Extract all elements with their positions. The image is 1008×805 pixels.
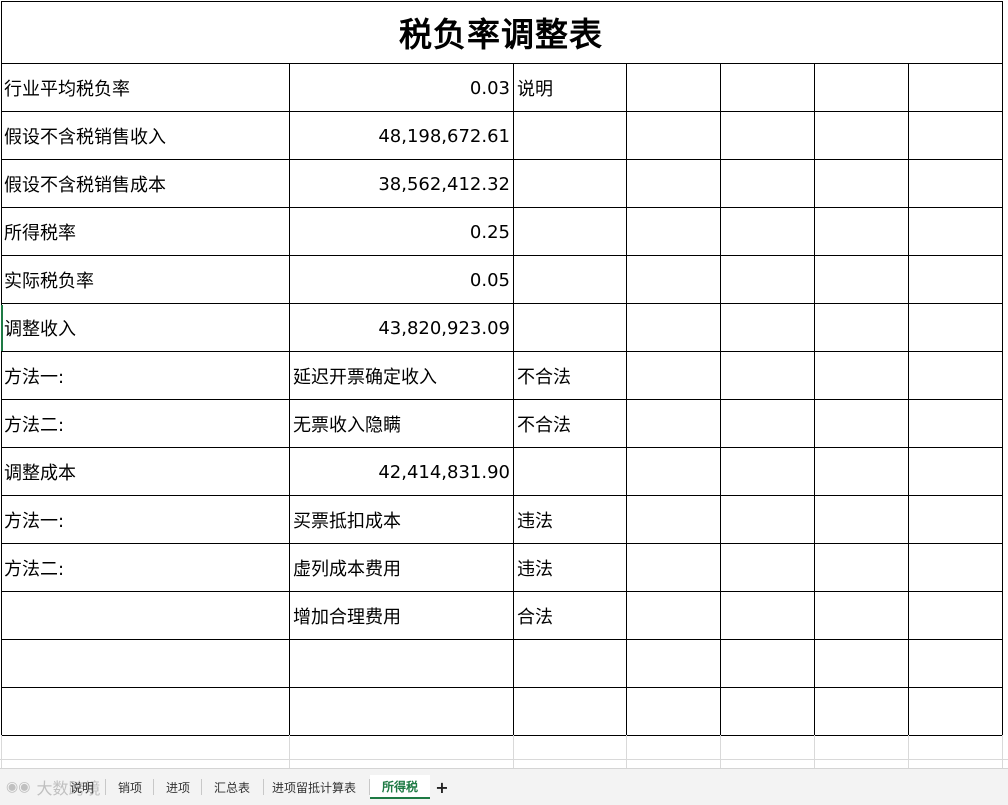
gridline-light — [0, 759, 1008, 760]
cell-value[interactable]: 0.03 — [290, 64, 510, 112]
cell-label[interactable]: 实际税负率 — [4, 256, 286, 304]
cell-note[interactable]: 说明 — [517, 64, 625, 112]
grid-line-horizontal — [1, 303, 1003, 304]
grid-line-horizontal — [1, 111, 1003, 112]
cell-note[interactable] — [517, 640, 625, 688]
gridline-light — [289, 735, 290, 768]
gridline-light — [720, 735, 721, 768]
cell-label[interactable]: 所得税率 — [4, 208, 286, 256]
cell-note[interactable] — [517, 448, 625, 496]
grid-line-horizontal — [1, 639, 1003, 640]
gridline-light — [626, 735, 627, 768]
cell-value[interactable]: 0.25 — [290, 208, 510, 256]
cell-note[interactable] — [517, 688, 625, 736]
cell-value[interactable]: 38,562,412.32 — [290, 160, 510, 208]
cell-value[interactable]: 43,820,923.09 — [290, 304, 510, 352]
grid-line-vertical — [289, 63, 290, 735]
cell-note[interactable] — [517, 256, 625, 304]
gridline-light — [908, 735, 909, 768]
cell-method[interactable]: 虚列成本费用 — [293, 544, 511, 592]
cell-label[interactable]: 假设不含税销售成本 — [4, 160, 286, 208]
gridline-light — [1002, 735, 1003, 768]
cell-method[interactable]: 延迟开票确定收入 — [293, 352, 511, 400]
grid-line-horizontal — [1, 399, 1003, 400]
sheet-title[interactable]: 税负率调整表 — [1, 1, 1001, 63]
tab-separator — [105, 779, 106, 795]
grid-line-horizontal — [1, 543, 1003, 544]
cell-note[interactable] — [517, 208, 625, 256]
sheet-tab[interactable]: 说明 — [62, 775, 102, 799]
grid-line-horizontal — [1, 447, 1003, 448]
cell-note[interactable]: 违法 — [517, 496, 625, 544]
cell-note[interactable]: 违法 — [517, 544, 625, 592]
cell-method[interactable]: 无票收入隐瞒 — [293, 400, 511, 448]
grid-line-horizontal — [1, 255, 1003, 256]
cell-label[interactable]: 方法一: — [4, 352, 286, 400]
cell-label[interactable]: 调整成本 — [4, 448, 286, 496]
cell-label[interactable] — [4, 640, 286, 688]
gridline-light — [1, 735, 2, 768]
grid-line-vertical — [720, 63, 721, 735]
cell-value[interactable]: 48,198,672.61 — [290, 112, 510, 160]
grid-line-horizontal — [1, 63, 1003, 64]
grid-line-vertical — [626, 63, 627, 735]
add-sheet-button[interactable]: + — [434, 775, 450, 799]
cell-label[interactable]: 假设不含税销售收入 — [4, 112, 286, 160]
cell-method[interactable]: 增加合理费用 — [293, 592, 511, 640]
cell-label[interactable]: 方法二: — [4, 544, 286, 592]
grid-line-horizontal — [1, 495, 1003, 496]
cell-value[interactable]: 0.05 — [290, 256, 510, 304]
sheet-tab[interactable]: 所得税 — [370, 775, 430, 799]
grid-line-horizontal — [1, 351, 1003, 352]
cell-value[interactable]: 42,414,831.90 — [290, 448, 510, 496]
grid-line-horizontal — [1, 687, 1003, 688]
cell-label[interactable] — [4, 688, 286, 736]
cell-label[interactable]: 方法一: — [4, 496, 286, 544]
grid-line-horizontal — [1, 735, 1003, 736]
grid-line-horizontal — [1, 1, 1003, 2]
grid-line-horizontal — [1, 207, 1003, 208]
grid-line-horizontal — [1, 591, 1003, 592]
grid-line-vertical — [814, 63, 815, 735]
cell-note[interactable] — [517, 160, 625, 208]
sheet-tab[interactable]: 进项留抵计算表 — [262, 775, 366, 799]
watermark-logo-icon: ◉◉ — [6, 779, 31, 795]
active-cell-indicator — [1, 305, 3, 351]
cell-label[interactable]: 调整收入 — [4, 304, 286, 352]
sheet-tab[interactable]: 汇总表 — [204, 775, 260, 799]
cell-label[interactable]: 行业平均税负率 — [4, 64, 286, 112]
grid-line-horizontal — [1, 159, 1003, 160]
tab-separator — [153, 779, 154, 795]
sheet-tab-bar: ◉◉ 大数跨境 说明 销项 进项 汇总表 进项留抵计算表 所得税 + — [0, 768, 1008, 805]
cell-note[interactable] — [517, 304, 625, 352]
cell-note[interactable]: 不合法 — [517, 400, 625, 448]
spreadsheet-grid[interactable]: 税负率调整表 行业平均税负率 0.03 说明假设不含税销售收入 48,198,672.… — [0, 0, 1008, 768]
gridline-light — [814, 735, 815, 768]
grid-line-vertical — [908, 63, 909, 735]
cell-method[interactable]: 买票抵扣成本 — [293, 496, 511, 544]
sheet-tab[interactable]: 进项 — [158, 775, 198, 799]
cell-method[interactable] — [293, 640, 511, 688]
cell-method[interactable] — [293, 688, 511, 736]
cell-note[interactable] — [517, 112, 625, 160]
sheet-tab[interactable]: 销项 — [110, 775, 150, 799]
cell-label[interactable] — [4, 592, 286, 640]
gridline-light — [513, 735, 514, 768]
cell-note[interactable]: 合法 — [517, 592, 625, 640]
cell-note[interactable]: 不合法 — [517, 352, 625, 400]
tab-separator — [201, 779, 202, 795]
grid-line-vertical — [513, 63, 514, 735]
cell-label[interactable]: 方法二: — [4, 400, 286, 448]
